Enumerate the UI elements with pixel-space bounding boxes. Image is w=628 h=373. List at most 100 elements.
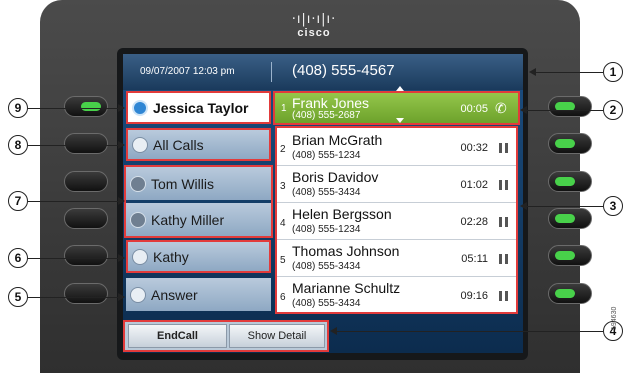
callout-arrow <box>118 197 125 205</box>
callout-arrow <box>118 254 125 262</box>
line-keys-group-outline <box>124 165 273 238</box>
call-number: (408) 555-2687 <box>292 110 361 121</box>
line-key-all-calls[interactable]: All Calls <box>126 128 271 161</box>
left-session-button-6[interactable] <box>64 283 108 304</box>
line-key-label: Kathy <box>153 248 189 265</box>
callout-line <box>536 72 603 73</box>
callout-arrow <box>529 68 536 76</box>
left-session-button-5[interactable] <box>64 245 108 266</box>
callout-line <box>527 110 603 111</box>
callout-arrow <box>118 141 125 149</box>
call-time: 00:05 <box>460 103 488 115</box>
line-key-kathy[interactable]: Kathy <box>126 240 271 273</box>
left-session-button-4[interactable] <box>64 208 108 229</box>
call-index: 1 <box>281 103 287 114</box>
hold-icon <box>499 291 508 301</box>
callout-8: 8 <box>8 135 28 155</box>
left-session-button-1[interactable] <box>64 96 108 117</box>
hold-icon <box>499 180 508 190</box>
cisco-logo-bars: ·ı|ı·ı|ı· <box>291 12 337 27</box>
header-datetime: 09/07/2007 12:03 pm <box>140 66 235 77</box>
left-session-button-2[interactable] <box>64 133 108 154</box>
call-time: 00:32 <box>460 142 488 154</box>
phone-blue-icon <box>132 99 148 116</box>
callout-1: 1 <box>603 62 623 82</box>
callout-line <box>28 201 119 202</box>
call-time: 05:11 <box>461 253 488 265</box>
active-call-icon: ✆ <box>495 100 507 116</box>
right-line-button-1[interactable] <box>548 96 592 117</box>
call-row[interactable]: 2 Brian McGrath (408) 555-1234 00:32 <box>275 128 518 165</box>
call-name: Brian McGrath <box>292 132 383 148</box>
answer-icon <box>130 286 146 303</box>
call-name: Marianne Schultz <box>292 280 401 296</box>
call-name: Thomas Johnson <box>292 243 400 259</box>
show-detail-button[interactable]: Show Detail <box>229 324 325 348</box>
header-line-number: (408) 555-4567 <box>292 62 395 79</box>
right-line-button-4[interactable] <box>548 208 592 229</box>
all-calls-icon <box>132 136 148 153</box>
call-row[interactable]: 5 Thomas Johnson (408) 555-3434 05:11 <box>275 239 518 276</box>
right-line-button-2[interactable] <box>548 133 592 154</box>
hold-icon <box>499 143 508 153</box>
call-time: 01:02 <box>460 179 488 191</box>
callout-5: 5 <box>8 287 28 307</box>
led-icon <box>81 102 101 111</box>
led-icon <box>555 289 575 298</box>
line-key-label: All Calls <box>153 136 204 153</box>
end-call-button[interactable]: EndCall <box>128 324 227 348</box>
call-index: 3 <box>280 181 286 192</box>
call-index: 5 <box>280 255 286 266</box>
line-key-answer[interactable]: Answer <box>126 278 271 311</box>
call-name: Helen Bergsson <box>292 206 392 222</box>
callout-arrow <box>520 202 527 210</box>
led-icon <box>555 139 575 148</box>
callout-arrow <box>118 104 125 112</box>
figure-id: 194630 <box>611 306 618 330</box>
call-index: 4 <box>280 218 286 229</box>
call-number: (408) 555-3434 <box>292 261 361 272</box>
call-index: 2 <box>280 144 286 155</box>
line-key-label: Jessica Taylor <box>153 99 249 116</box>
call-number: (408) 555-3434 <box>292 187 361 198</box>
call-index: 6 <box>280 292 286 303</box>
right-line-button-3[interactable] <box>548 171 592 192</box>
speed-dial-icon <box>132 248 148 265</box>
call-number: (408) 555-1234 <box>292 150 361 161</box>
header-divider <box>271 62 272 82</box>
call-name: Frank Jones <box>292 95 370 111</box>
callout-line <box>28 297 119 298</box>
call-row[interactable]: 6 Marianne Schultz (408) 555-3434 09:16 <box>275 276 518 313</box>
line-key-jessica-taylor[interactable]: Jessica Taylor <box>126 91 271 124</box>
callout-line <box>337 331 603 332</box>
hold-icon <box>499 217 508 227</box>
led-icon <box>555 251 575 260</box>
right-line-button-6[interactable] <box>548 283 592 304</box>
callout-2: 2 <box>603 100 623 120</box>
callout-line <box>28 108 119 109</box>
led-icon <box>555 214 575 223</box>
hold-icon <box>499 254 508 264</box>
scroll-down-icon <box>396 118 404 123</box>
callout-line <box>527 206 603 207</box>
line-key-label: Answer <box>151 286 198 303</box>
right-line-button-5[interactable] <box>548 245 592 266</box>
callout-line <box>28 145 119 146</box>
led-icon <box>555 177 575 186</box>
callout-line <box>28 258 119 259</box>
callout-7: 7 <box>8 191 28 211</box>
callout-3: 3 <box>603 196 623 216</box>
call-row[interactable]: 3 Boris Davidov (408) 555-3434 01:02 <box>275 165 518 202</box>
call-time: 09:16 <box>460 290 488 302</box>
callout-9: 9 <box>8 98 28 118</box>
left-session-button-3[interactable] <box>64 171 108 192</box>
call-row[interactable]: 4 Helen Bergsson (408) 555-1234 02:28 <box>275 202 518 239</box>
call-name: Boris Davidov <box>292 169 379 185</box>
callout-6: 6 <box>8 248 28 268</box>
call-number: (408) 555-3434 <box>292 298 361 309</box>
callout-arrow <box>118 293 125 301</box>
callout-arrow <box>520 106 527 114</box>
cisco-logo-text: cisco <box>297 27 331 39</box>
callout-arrow <box>330 327 337 335</box>
call-time: 02:28 <box>460 216 488 228</box>
